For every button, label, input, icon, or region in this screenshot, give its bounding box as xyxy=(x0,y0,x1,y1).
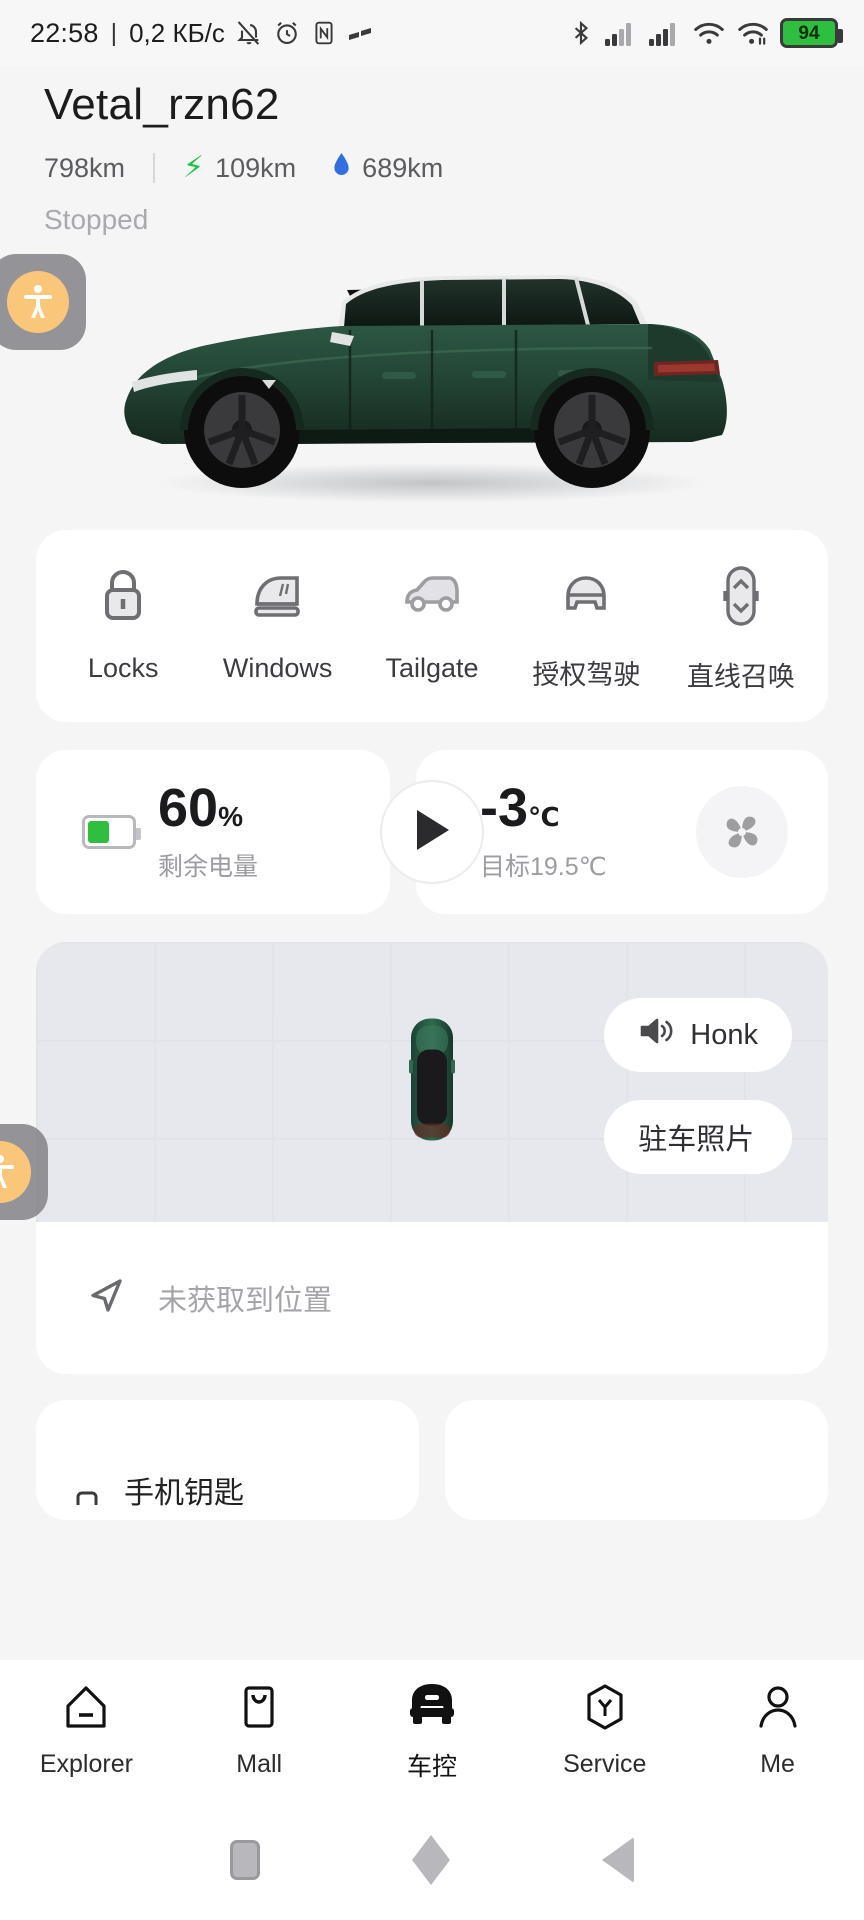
status-separator: | xyxy=(110,18,118,47)
quick-controls-card: Locks Windows Tailgate 授权驾驶 直线召唤 xyxy=(36,530,828,722)
fuel-range: 689km xyxy=(332,152,443,184)
signal-sim1-icon xyxy=(604,19,638,47)
nav-item-car-control[interactable]: 车控 xyxy=(346,1678,519,1783)
phone-key-label: 手机钥匙 xyxy=(124,1477,244,1510)
nav-item-service[interactable]: Service xyxy=(518,1681,691,1779)
total-range: 798km xyxy=(44,153,125,184)
parking-photo-label: 驻车照片 xyxy=(638,1124,755,1156)
quick-control-locks[interactable]: Locks xyxy=(46,564,200,694)
person-icon xyxy=(752,1681,804,1738)
fuel-range-value: 689km xyxy=(362,152,444,183)
vehicle-header: Vetal_rzn62 798km ⚡ 109km 689km Stopped xyxy=(0,66,864,236)
battery-card[interactable]: 60% 剩余电量 xyxy=(36,750,390,914)
nav-label: Explorer xyxy=(39,1750,133,1778)
wifi-icon xyxy=(692,19,726,47)
window-icon xyxy=(247,564,309,631)
current-temperature: -3℃ xyxy=(480,778,560,838)
accessibility-float-button-top[interactable] xyxy=(0,254,86,350)
battery-percent-label: 94 xyxy=(798,22,820,44)
bluetooth-icon xyxy=(568,17,594,49)
navigation-arrow-icon xyxy=(84,1274,128,1323)
nfc-icon xyxy=(311,18,337,48)
honk-button[interactable]: Honk xyxy=(604,998,792,1072)
car-top-view-icon xyxy=(405,1016,459,1149)
status-bar-left: 22:58 | 0,2 КБ/с xyxy=(30,18,568,49)
quick-control-label: Tailgate xyxy=(385,653,479,683)
secondary-partial-card[interactable] xyxy=(445,1400,828,1520)
car-control-icon xyxy=(404,1678,460,1735)
quick-control-windows[interactable]: Windows xyxy=(200,564,354,694)
nav-item-mall[interactable]: Mall xyxy=(173,1681,346,1779)
tailgate-icon xyxy=(399,564,465,631)
explorer-icon xyxy=(60,1681,112,1738)
battery-climate-row: 60% 剩余电量 -3℃ 目标19.5℃ xyxy=(36,750,828,914)
mall-icon xyxy=(233,1681,285,1738)
target-temperature-label: 目标19.5℃ xyxy=(480,853,607,881)
nav-label: 车控 xyxy=(406,1752,457,1781)
parking-photo-button[interactable]: 驻车照片 xyxy=(604,1100,792,1174)
straight-summon-icon xyxy=(717,564,765,633)
location-row[interactable]: 未获取到位置 xyxy=(36,1222,828,1374)
quick-control-label: Windows xyxy=(222,653,333,683)
quick-control-label: 直线召唤 xyxy=(686,662,795,692)
diamond-icon[interactable] xyxy=(412,1835,450,1885)
map-area[interactable]: Honk 驻车照片 xyxy=(36,942,828,1222)
location-text: 未获取到位置 xyxy=(158,1285,333,1317)
nav-item-explorer[interactable]: Explorer xyxy=(0,1681,173,1779)
accessibility-float-button-bottom[interactable] xyxy=(0,1124,48,1220)
battery-percent-value: 60% xyxy=(158,778,243,838)
system-navigation-bar xyxy=(0,1800,864,1920)
network-speed: 0,2 КБ/с xyxy=(129,17,225,48)
vehicle-hero-image xyxy=(0,230,864,530)
electric-range: ⚡ 109km xyxy=(183,153,296,184)
quick-control-authorized-driving[interactable]: 授权驾驶 xyxy=(509,564,663,694)
nav-label: Service xyxy=(563,1750,647,1778)
bell-muted-icon xyxy=(235,18,263,48)
alarm-clock-icon xyxy=(273,18,301,48)
quick-control-tailgate[interactable]: Tailgate xyxy=(355,564,509,694)
battery-status-icon: 94 xyxy=(780,18,843,48)
status-time: 22:58 xyxy=(30,17,99,48)
status-bar-right: 94 xyxy=(568,17,843,49)
partial-cards-row: 手机钥匙 xyxy=(36,1400,828,1520)
play-icon xyxy=(410,806,454,859)
range-summary: 798km ⚡ 109km 689km xyxy=(44,152,820,184)
accessibility-icon xyxy=(0,1141,31,1203)
fan-icon[interactable] xyxy=(696,786,788,878)
nav-label: Mall xyxy=(236,1750,283,1778)
battery-icon xyxy=(82,815,141,849)
phone-key-card[interactable]: 手机钥匙 xyxy=(36,1400,419,1520)
data-saver-icon xyxy=(347,23,377,43)
total-range-value: 798km xyxy=(44,152,126,183)
electric-range-value: 109km xyxy=(215,152,297,183)
square-icon[interactable] xyxy=(230,1840,260,1880)
signal-sim2-icon xyxy=(648,19,682,47)
fuel-drop-icon xyxy=(332,152,351,184)
car-side-view-icon xyxy=(124,275,727,503)
bottom-navigation: Explorer Mall 车控 Service Me xyxy=(0,1660,864,1800)
quick-control-straight-summon[interactable]: 直线召唤 xyxy=(664,564,818,694)
range-divider xyxy=(153,153,156,183)
quick-control-label: Locks xyxy=(87,653,159,683)
accessibility-icon xyxy=(7,271,69,333)
status-bar: 22:58 | 0,2 КБ/с 94 xyxy=(0,0,864,66)
authorized-driving-icon xyxy=(555,564,617,631)
lock-icon xyxy=(95,564,151,631)
lightning-bolt-icon: ⚡ xyxy=(183,151,205,184)
service-icon xyxy=(579,1681,631,1738)
phone-key-icon xyxy=(72,1471,102,1510)
page-title[interactable]: Vetal_rzn62 xyxy=(44,80,820,130)
battery-sub-label: 剩余电量 xyxy=(158,853,259,881)
parking-map-card: Honk 驻车照片 未获取到位置 xyxy=(36,942,828,1374)
climate-play-button[interactable] xyxy=(380,780,484,884)
quick-controls-row: Locks Windows Tailgate 授权驾驶 直线召唤 xyxy=(36,530,828,722)
speaker-icon xyxy=(638,1015,674,1055)
quick-control-label: 授权驾驶 xyxy=(532,660,641,690)
triangle-icon[interactable] xyxy=(602,1837,634,1883)
nav-item-me[interactable]: Me xyxy=(691,1681,864,1779)
wifi-secondary-icon xyxy=(736,19,770,47)
map-actions: Honk 驻车照片 xyxy=(604,998,792,1174)
honk-label: Honk xyxy=(690,1018,758,1051)
nav-label: Me xyxy=(760,1750,795,1778)
